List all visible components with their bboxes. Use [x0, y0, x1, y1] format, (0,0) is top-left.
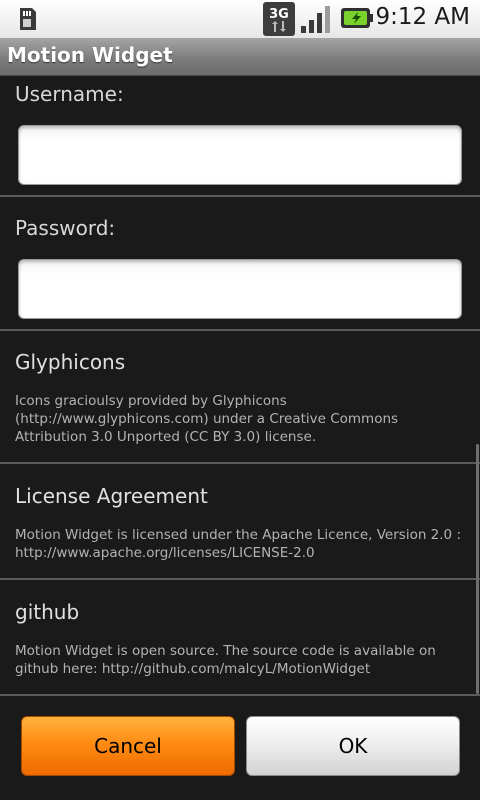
- divider: [0, 329, 480, 331]
- ok-button[interactable]: OK: [246, 716, 460, 776]
- username-field[interactable]: [18, 125, 462, 185]
- status-clock: 9:12 AM: [375, 4, 470, 30]
- scrollbar[interactable]: [476, 444, 479, 694]
- battery-charging-icon: [340, 6, 374, 34]
- 3g-icon: 3G: [263, 2, 295, 40]
- pref-summary: Motion Widget is open source. The source…: [15, 643, 436, 677]
- password-field[interactable]: [18, 259, 462, 319]
- pref-title: Glyphicons: [15, 350, 126, 374]
- signal-icon: [300, 4, 334, 38]
- pref-title: github: [15, 600, 80, 624]
- divider: [0, 195, 480, 197]
- status-bar: 3G 9:12 AM: [0, 0, 480, 38]
- dialog-title-bar: Motion Widget: [0, 38, 480, 76]
- username-label: Username:: [15, 82, 124, 106]
- divider: [0, 462, 480, 464]
- password-label: Password:: [15, 216, 116, 240]
- dialog-title: Motion Widget: [7, 43, 173, 67]
- sd-card-icon: [14, 6, 40, 36]
- pref-summary: Icons gracioulsy provided by Glyphicons …: [15, 393, 399, 445]
- cancel-button[interactable]: Cancel: [21, 716, 235, 776]
- settings-scroll-view[interactable]: Username: Password: Glyphicons Icons gra…: [0, 76, 480, 696]
- pref-summary: Motion Widget is licensed under the Apac…: [15, 527, 461, 561]
- pref-title: License Agreement: [15, 484, 208, 508]
- divider: [0, 578, 480, 580]
- dialog-button-bar: Cancel OK: [0, 696, 480, 800]
- network-type-label: 3G: [269, 7, 289, 22]
